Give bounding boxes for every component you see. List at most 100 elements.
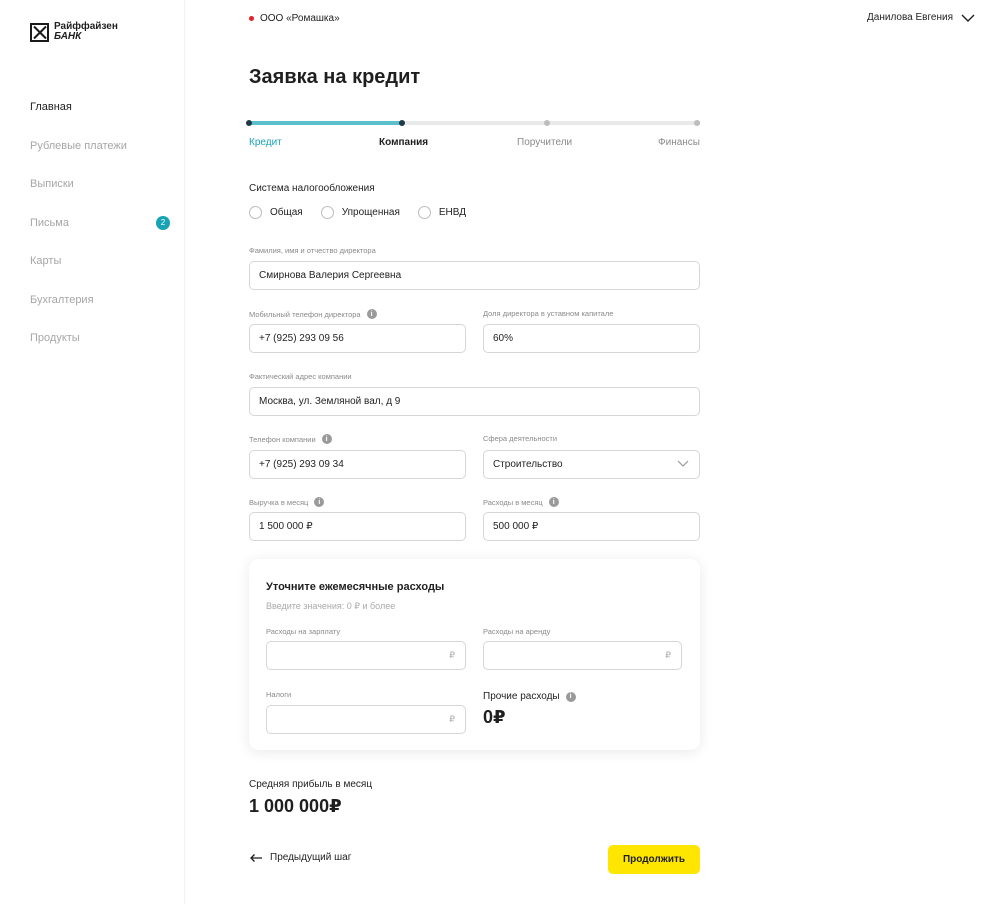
- continue-button[interactable]: Продолжить: [608, 845, 700, 874]
- raiffeisen-logo-icon: [30, 22, 49, 42]
- step-dot-finance: [694, 120, 701, 126]
- monthly-expenses-card: Уточните ежемесячные расходы Введите зна…: [249, 559, 700, 750]
- field-value: Москва, ул. Земляной вал, д 9: [259, 396, 401, 407]
- industry-label: Сфера деятельности: [483, 434, 557, 443]
- previous-step-button[interactable]: Предыдущий шаг: [249, 852, 351, 863]
- radio-general[interactable]: Общая: [249, 206, 303, 219]
- company-selector[interactable]: ООО «Ромашка»: [249, 13, 340, 24]
- info-icon[interactable]: i: [366, 309, 377, 319]
- stepper-track: [246, 118, 701, 128]
- chevron-down-icon: [677, 460, 689, 467]
- salary-label: Расходы на зарплату: [266, 627, 340, 636]
- sidebar-item-accounting[interactable]: Бухгалтерия: [30, 294, 170, 333]
- step-finance[interactable]: Финансы: [658, 137, 700, 148]
- info-icon[interactable]: i: [565, 691, 576, 702]
- average-profit-value: 1 000 000₽: [249, 796, 342, 816]
- sidebar-item-home[interactable]: Главная: [30, 101, 170, 140]
- taxes-label: Налоги: [266, 690, 291, 699]
- field-label-text: Телефон компании: [249, 434, 316, 444]
- stepper-progress-fill: [249, 121, 403, 125]
- status-dot-icon: [249, 16, 254, 21]
- director-name-field[interactable]: Смирнова Валерия Сергеевна: [249, 261, 700, 290]
- tax-system-radios: Общая Упрощенная ЕНВД: [249, 206, 484, 219]
- field-label-text: Расходы на зарплату: [266, 627, 341, 636]
- sidebar-nav: Главная Рублевые платежи Выписки Письма 2…: [30, 101, 170, 371]
- sidebar: Райффайзен БАНК Главная Рублевые платежи…: [0, 0, 185, 904]
- chevron-down-icon: [961, 14, 975, 22]
- user-menu[interactable]: Данилова Евгения: [867, 12, 975, 23]
- field-value: Смирнова Валерия Сергеевна: [259, 270, 402, 281]
- sidebar-item-cards[interactable]: Карты: [30, 255, 170, 294]
- info-icon[interactable]: i: [321, 434, 332, 444]
- other-expenses-value: 0₽: [483, 707, 506, 727]
- field-value: 1 500 000 ₽: [259, 521, 313, 532]
- unread-badge: 2: [156, 215, 170, 230]
- field-value: +7 (925) 293 09 56: [259, 333, 344, 344]
- card-subtitle: Введите значения: 0 ₽ и более: [266, 601, 396, 611]
- field-label-text: Фактический адрес компании: [249, 372, 352, 381]
- radio-envd[interactable]: ЕНВД: [417, 206, 466, 219]
- industry-select[interactable]: Строительство: [483, 450, 700, 479]
- revenue-label: Выручка в месяц i: [249, 497, 325, 507]
- field-label-text: Расходы на аренду: [483, 627, 551, 636]
- taxes-field[interactable]: ₽: [266, 705, 466, 734]
- radio-circle-icon: [320, 206, 334, 219]
- director-phone-field[interactable]: +7 (925) 293 09 56: [249, 324, 466, 353]
- sidebar-item-ruble-payments[interactable]: Рублевые платежи: [30, 140, 170, 179]
- previous-step-label: Предыдущий шаг: [270, 852, 352, 863]
- director-phone-label: Мобильный телефон директора i: [249, 309, 377, 319]
- company-phone-field[interactable]: +7 (925) 293 09 34: [249, 450, 466, 479]
- step-credit[interactable]: Кредит: [249, 137, 282, 148]
- field-label-text: Выручка в месяц: [249, 497, 309, 507]
- bank-logo[interactable]: Райффайзен БАНК: [30, 22, 118, 42]
- info-icon[interactable]: i: [314, 497, 325, 507]
- radio-label: ЕНВД: [438, 207, 466, 218]
- director-share-field[interactable]: 60%: [483, 324, 700, 353]
- sidebar-item-label: Главная: [30, 101, 72, 113]
- rent-field[interactable]: ₽: [483, 641, 682, 670]
- expenses-field[interactable]: 500 000 ₽: [483, 512, 700, 541]
- field-label-text: Прочие расходы: [483, 691, 560, 702]
- sidebar-item-statements[interactable]: Выписки: [30, 178, 170, 217]
- sidebar-item-label: Продукты: [30, 332, 80, 344]
- currency-suffix: ₽: [449, 714, 455, 724]
- tax-system-label: Система налогообложения: [249, 183, 375, 194]
- currency-suffix: ₽: [449, 650, 455, 660]
- field-value: +7 (925) 293 09 34: [259, 459, 344, 470]
- company-name: ООО «Ромашка»: [260, 13, 340, 24]
- user-name: Данилова Евгения: [867, 12, 953, 23]
- sidebar-item-letters[interactable]: Письма 2: [30, 215, 170, 256]
- rent-label: Расходы на аренду: [483, 627, 550, 636]
- address-label: Фактический адрес компании: [249, 372, 352, 381]
- sidebar-item-products[interactable]: Продукты: [30, 332, 170, 371]
- radio-label: Общая: [270, 207, 303, 218]
- step-dot-company: [399, 120, 406, 126]
- salary-field[interactable]: ₽: [266, 641, 466, 670]
- sidebar-item-label: Карты: [30, 255, 62, 267]
- sidebar-item-label: Бухгалтерия: [30, 293, 94, 306]
- field-value: Строительство: [493, 459, 563, 470]
- step-company[interactable]: Компания: [379, 137, 428, 148]
- radio-label: Упрощенная: [341, 207, 400, 218]
- field-value: 500 000 ₽: [493, 521, 539, 532]
- info-icon[interactable]: i: [548, 497, 559, 507]
- expenses-label: Расходы в месяц i: [483, 497, 559, 507]
- address-field[interactable]: Москва, ул. Земляной вал, д 9: [249, 387, 700, 416]
- radio-circle-icon: [249, 206, 262, 219]
- field-label-text: Мобильный телефон директора: [249, 309, 361, 319]
- field-label-text: Фамилия, имя и отчество директора: [249, 246, 376, 255]
- revenue-field[interactable]: 1 500 000 ₽: [249, 512, 466, 541]
- card-title: Уточните ежемесячные расходы: [266, 581, 445, 593]
- currency-suffix: ₽: [665, 650, 671, 660]
- field-value: 60%: [493, 333, 514, 344]
- arrow-left-icon: [250, 853, 262, 862]
- step-guarantors[interactable]: Поручители: [517, 137, 572, 148]
- field-label-text: Налоги: [266, 690, 292, 699]
- other-expenses-label: Прочие расходы i: [483, 691, 576, 702]
- average-profit-label: Средняя прибыль в месяц: [249, 779, 373, 790]
- radio-simplified[interactable]: Упрощенная: [320, 206, 400, 219]
- page-title: Заявка на кредит: [249, 66, 421, 88]
- step-dot-credit: [246, 120, 252, 126]
- field-label-text: Расходы в месяц: [483, 497, 543, 507]
- director-name-label: Фамилия, имя и отчество директора: [249, 246, 376, 255]
